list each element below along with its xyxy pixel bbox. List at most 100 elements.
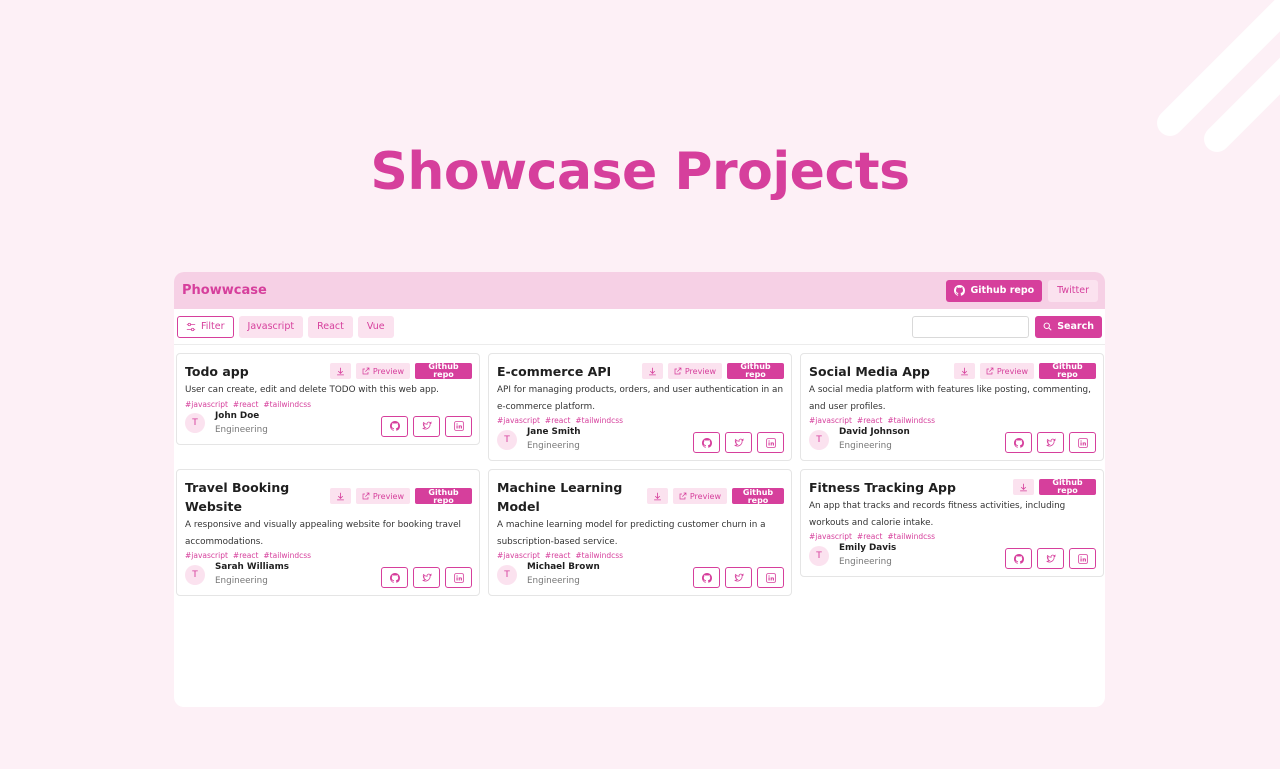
twitter-link[interactable] bbox=[725, 432, 752, 453]
author-name: Jane Smith bbox=[527, 427, 581, 437]
project-card: Todo app Preview Github repo User can cr… bbox=[176, 353, 480, 445]
github-link[interactable] bbox=[381, 415, 408, 437]
tag[interactable]: #javascript bbox=[497, 415, 540, 426]
chip-react[interactable]: React bbox=[308, 315, 353, 338]
author: T David Johnson Engineering bbox=[809, 426, 910, 453]
github-repo-button[interactable]: Github repo bbox=[1039, 363, 1096, 379]
tag[interactable]: #tailwindcss bbox=[887, 531, 935, 542]
preview-button[interactable]: Preview bbox=[355, 488, 410, 504]
tag[interactable]: #javascript bbox=[185, 399, 228, 410]
linkedin-link[interactable] bbox=[1069, 432, 1096, 453]
linkedin-icon bbox=[765, 572, 776, 583]
app-window: Phowwcase Github repo Twitter Filter Jav… bbox=[174, 272, 1105, 707]
twitter-link[interactable] bbox=[413, 567, 440, 588]
tag[interactable]: #javascript bbox=[185, 550, 228, 561]
download-icon bbox=[1019, 483, 1028, 492]
twitter-icon bbox=[1045, 437, 1056, 448]
header-github-button[interactable]: Github repo bbox=[946, 279, 1043, 302]
author-role: Engineering bbox=[215, 576, 268, 586]
chip-vue[interactable]: Vue bbox=[357, 315, 394, 338]
tag[interactable]: #tailwindcss bbox=[575, 415, 623, 426]
search-label: Search bbox=[1057, 321, 1094, 332]
author-name: Emily Davis bbox=[839, 543, 897, 553]
download-button[interactable] bbox=[646, 488, 668, 504]
download-button[interactable] bbox=[1013, 479, 1034, 495]
project-tags: #javascript #react #tailwindcss bbox=[809, 415, 1096, 426]
tag[interactable]: #javascript bbox=[809, 531, 852, 542]
tag[interactable]: #react bbox=[233, 399, 258, 410]
external-link-icon bbox=[362, 492, 370, 500]
page-headline: Showcase Projects bbox=[370, 142, 910, 202]
preview-button[interactable]: Preview bbox=[672, 488, 727, 504]
linkedin-link[interactable] bbox=[445, 567, 472, 588]
tag[interactable]: #javascript bbox=[809, 415, 852, 426]
github-link[interactable] bbox=[693, 432, 720, 453]
search-input[interactable] bbox=[912, 315, 1030, 338]
preview-label: Preview bbox=[372, 366, 404, 376]
download-button[interactable] bbox=[329, 363, 351, 379]
download-button[interactable] bbox=[641, 363, 663, 379]
linkedin-link[interactable] bbox=[445, 415, 472, 437]
linkedin-link[interactable] bbox=[757, 432, 784, 453]
tag[interactable]: #react bbox=[857, 415, 882, 426]
github-link[interactable] bbox=[381, 567, 408, 588]
github-repo-button[interactable]: Github repo bbox=[727, 363, 784, 379]
preview-button[interactable]: Preview bbox=[355, 363, 410, 379]
twitter-link[interactable] bbox=[413, 415, 440, 437]
linkedin-link[interactable] bbox=[1069, 548, 1096, 569]
tag[interactable]: #javascript bbox=[497, 550, 540, 561]
project-title: Travel Booking Website bbox=[185, 480, 290, 514]
external-link-icon bbox=[362, 367, 370, 375]
linkedin-icon bbox=[453, 572, 464, 583]
github-link[interactable] bbox=[1005, 548, 1032, 569]
tag[interactable]: #react bbox=[857, 531, 882, 542]
tag[interactable]: #tailwindcss bbox=[263, 399, 311, 410]
search-button[interactable]: Search bbox=[1035, 315, 1102, 338]
project-description: API for managing products, orders, and u… bbox=[497, 385, 784, 412]
project-description: A machine learning model for predicting … bbox=[497, 520, 766, 547]
download-icon bbox=[960, 367, 969, 376]
download-button[interactable] bbox=[329, 488, 351, 504]
download-button[interactable] bbox=[953, 363, 975, 379]
author: T John Doe Engineering bbox=[185, 410, 268, 437]
github-repo-button[interactable]: Github repo bbox=[415, 363, 472, 379]
preview-button[interactable]: Preview bbox=[667, 363, 722, 379]
tag[interactable]: #react bbox=[545, 550, 570, 561]
github-icon bbox=[1013, 553, 1024, 564]
project-card: E-commerce API Preview Github repo API f… bbox=[488, 353, 792, 461]
app-brand[interactable]: Phowwcase bbox=[182, 283, 267, 298]
preview-label: Preview bbox=[996, 366, 1028, 376]
github-repo-button[interactable]: Github repo bbox=[732, 488, 784, 504]
filter-button[interactable]: Filter bbox=[177, 315, 234, 338]
avatar: T bbox=[809, 545, 829, 566]
social-links bbox=[693, 432, 784, 453]
tag[interactable]: #react bbox=[233, 550, 258, 561]
tag[interactable]: #react bbox=[545, 415, 570, 426]
github-repo-button[interactable]: Github repo bbox=[415, 488, 472, 504]
twitter-link[interactable] bbox=[725, 567, 752, 588]
twitter-link[interactable] bbox=[1037, 548, 1064, 569]
github-icon bbox=[954, 285, 966, 296]
tag[interactable]: #tailwindcss bbox=[263, 550, 311, 561]
project-tags: #javascript #react #tailwindcss bbox=[497, 415, 784, 426]
avatar: T bbox=[185, 564, 205, 585]
preview-button[interactable]: Preview bbox=[979, 363, 1034, 379]
projects-grid: Todo app Preview Github repo User can cr… bbox=[176, 353, 1104, 596]
author: T Sarah Williams Engineering bbox=[185, 561, 289, 588]
github-link[interactable] bbox=[1005, 432, 1032, 453]
github-icon bbox=[701, 437, 712, 448]
twitter-icon bbox=[733, 437, 744, 448]
tag[interactable]: #tailwindcss bbox=[887, 415, 935, 426]
linkedin-icon bbox=[765, 437, 776, 448]
author-role: Engineering bbox=[215, 424, 268, 435]
twitter-link[interactable] bbox=[1037, 432, 1064, 453]
project-tags: #javascript #react #tailwindcss bbox=[185, 399, 472, 410]
social-links bbox=[1005, 548, 1096, 569]
header-twitter-button[interactable]: Twitter bbox=[1048, 279, 1098, 302]
chip-javascript[interactable]: Javascript bbox=[238, 315, 304, 338]
download-icon bbox=[336, 367, 345, 376]
linkedin-link[interactable] bbox=[757, 567, 784, 588]
github-link[interactable] bbox=[693, 567, 720, 588]
tag[interactable]: #tailwindcss bbox=[575, 550, 623, 561]
github-repo-button[interactable]: Github repo bbox=[1039, 479, 1096, 495]
